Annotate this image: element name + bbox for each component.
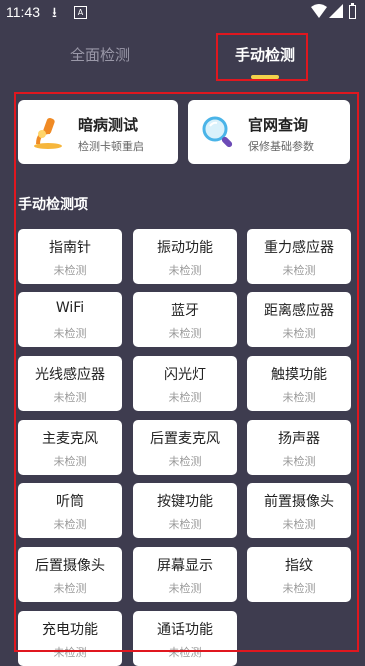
download-icon: ⭳: [52, 5, 57, 21]
highlight-box-content: [14, 92, 359, 652]
tab-full-detection[interactable]: 全面检测: [70, 44, 130, 65]
signal-icon: [329, 4, 343, 18]
account-badge-icon: A: [74, 6, 87, 19]
status-bar: 11:43 ⭳ A: [0, 0, 365, 26]
wifi-icon: [311, 4, 327, 18]
battery-icon: [349, 3, 356, 19]
status-time: 11:43: [6, 4, 40, 20]
highlight-box-tab: [216, 33, 308, 81]
